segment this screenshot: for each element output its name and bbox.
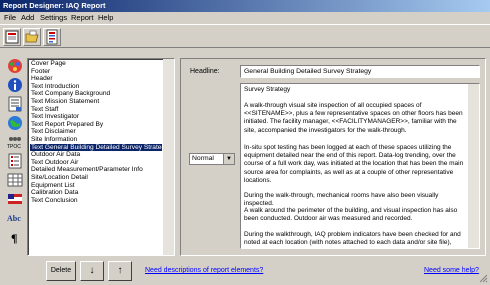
list-item[interactable]: Site/Location Detail bbox=[31, 174, 88, 182]
arrow-down-icon: ↓ bbox=[89, 265, 95, 276]
checklist-button[interactable] bbox=[6, 152, 24, 170]
report-icon bbox=[46, 29, 58, 45]
grid-icon bbox=[7, 173, 23, 187]
checklist-icon bbox=[8, 153, 22, 169]
flag-button[interactable] bbox=[6, 190, 24, 208]
list-item[interactable]: Text Report Prepared By bbox=[31, 121, 103, 129]
style-dropdown[interactable]: Normal ▼ bbox=[189, 153, 235, 165]
list-item[interactable]: Text Disclaimer bbox=[31, 128, 76, 136]
flag-icon bbox=[8, 194, 22, 204]
spellcheck-button[interactable]: Abc bbox=[6, 209, 24, 227]
svg-text:¶: ¶ bbox=[11, 231, 17, 245]
list-item[interactable]: Text Introduction bbox=[31, 83, 79, 91]
list-item[interactable]: Text Outdoor Air bbox=[31, 159, 78, 167]
menu-settings[interactable]: Settings bbox=[40, 12, 67, 24]
element-tools: TPOC Abc ¶ bbox=[4, 52, 26, 252]
list-item[interactable]: Site Information bbox=[31, 136, 77, 144]
paragraph-button[interactable]: ¶ bbox=[6, 228, 24, 246]
descriptions-help-link[interactable]: Need descriptions of report elements? bbox=[145, 267, 263, 274]
save-button[interactable] bbox=[3, 28, 21, 46]
globe-button[interactable] bbox=[6, 114, 24, 132]
menu-add[interactable]: Add bbox=[21, 12, 34, 24]
tpoc-icon: TPOC bbox=[7, 137, 21, 150]
list-item[interactable]: Text Company Background bbox=[31, 90, 110, 98]
style-dropdown-value: Normal bbox=[192, 155, 214, 162]
open-button[interactable] bbox=[23, 28, 41, 46]
list-item[interactable]: Text Mission Statement bbox=[31, 98, 99, 106]
body-paragraph: During the walk-through, mechanical room… bbox=[244, 192, 439, 208]
list-item[interactable]: Footer bbox=[31, 68, 50, 76]
window-title: Report Designer: IAQ Report bbox=[0, 0, 490, 12]
footer-bar: Delete ↓ ↑ Need descriptions of report e… bbox=[0, 258, 490, 285]
list-item[interactable]: Calibration Data bbox=[31, 189, 78, 197]
body-paragraph: A walk around the perimeter of the build… bbox=[244, 207, 458, 223]
body-paragraph: A walk-through visual site inspection of… bbox=[244, 102, 463, 134]
list-scrollbar[interactable] bbox=[163, 59, 174, 255]
body-text-editor[interactable]: Survey Strategy A walk-through visual si… bbox=[240, 83, 480, 249]
list-item[interactable]: Text Conclusion bbox=[31, 197, 78, 205]
paragraph-icon: ¶ bbox=[11, 231, 17, 245]
list-item[interactable]: Detailed Measurement/Parameter Info bbox=[31, 166, 143, 174]
open-folder-icon bbox=[25, 30, 39, 43]
delete-button[interactable]: Delete bbox=[46, 261, 76, 281]
svg-text:TPOC: TPOC bbox=[7, 144, 21, 150]
grid-button[interactable] bbox=[6, 171, 24, 189]
headline-label: Headline: bbox=[190, 68, 220, 75]
menu-help[interactable]: Help bbox=[98, 12, 113, 24]
arrow-up-icon: ↑ bbox=[117, 265, 123, 276]
list-item[interactable]: Cover Page bbox=[31, 60, 66, 68]
menu-bar: File Add Settings Report Help bbox=[0, 12, 490, 24]
resize-grip-icon[interactable] bbox=[478, 273, 488, 283]
body-heading: Survey Strategy bbox=[244, 86, 291, 93]
headline-input[interactable]: General Building Detailed Survey Strateg… bbox=[240, 65, 480, 78]
body-paragraph: In-situ spot testing has been logged at … bbox=[244, 144, 464, 184]
list-item[interactable]: Text Investigator bbox=[31, 113, 79, 121]
need-help-link[interactable]: Need some help? bbox=[424, 267, 479, 274]
report-elements-list[interactable]: Cover Page Footer Header Text Introducti… bbox=[27, 58, 175, 256]
chevron-down-icon[interactable]: ▼ bbox=[223, 154, 234, 164]
move-up-button[interactable]: ↑ bbox=[108, 261, 132, 281]
list-item[interactable]: Equipment List bbox=[31, 182, 75, 190]
editor-scrollbar[interactable] bbox=[468, 84, 479, 248]
toolbar bbox=[0, 24, 490, 48]
list-item[interactable]: Header bbox=[31, 75, 53, 83]
graphics-button[interactable] bbox=[6, 57, 24, 75]
list-item[interactable]: Text Staff bbox=[31, 106, 58, 114]
tpoc-button[interactable]: TPOC bbox=[6, 133, 24, 151]
move-down-button[interactable]: ↓ bbox=[80, 261, 104, 281]
info-button[interactable] bbox=[6, 76, 24, 94]
report-button[interactable] bbox=[43, 28, 61, 46]
svg-text:Abc: Abc bbox=[7, 214, 21, 223]
body-paragraph: During the walkthrough, IAQ problem indi… bbox=[244, 231, 461, 247]
menu-report[interactable]: Report bbox=[71, 12, 94, 24]
save-icon bbox=[5, 30, 19, 44]
spellcheck-icon: Abc bbox=[7, 214, 21, 223]
graphics-icon bbox=[8, 59, 22, 73]
list-item-selected[interactable]: Text General Building Detailed Survey St… bbox=[30, 143, 168, 152]
text-icon bbox=[8, 96, 22, 112]
list-item[interactable]: Outdoor Air Data bbox=[31, 151, 80, 159]
info-icon bbox=[8, 78, 22, 92]
globe-icon bbox=[8, 116, 22, 130]
text-button[interactable] bbox=[6, 95, 24, 113]
menu-file[interactable]: File bbox=[4, 12, 16, 24]
